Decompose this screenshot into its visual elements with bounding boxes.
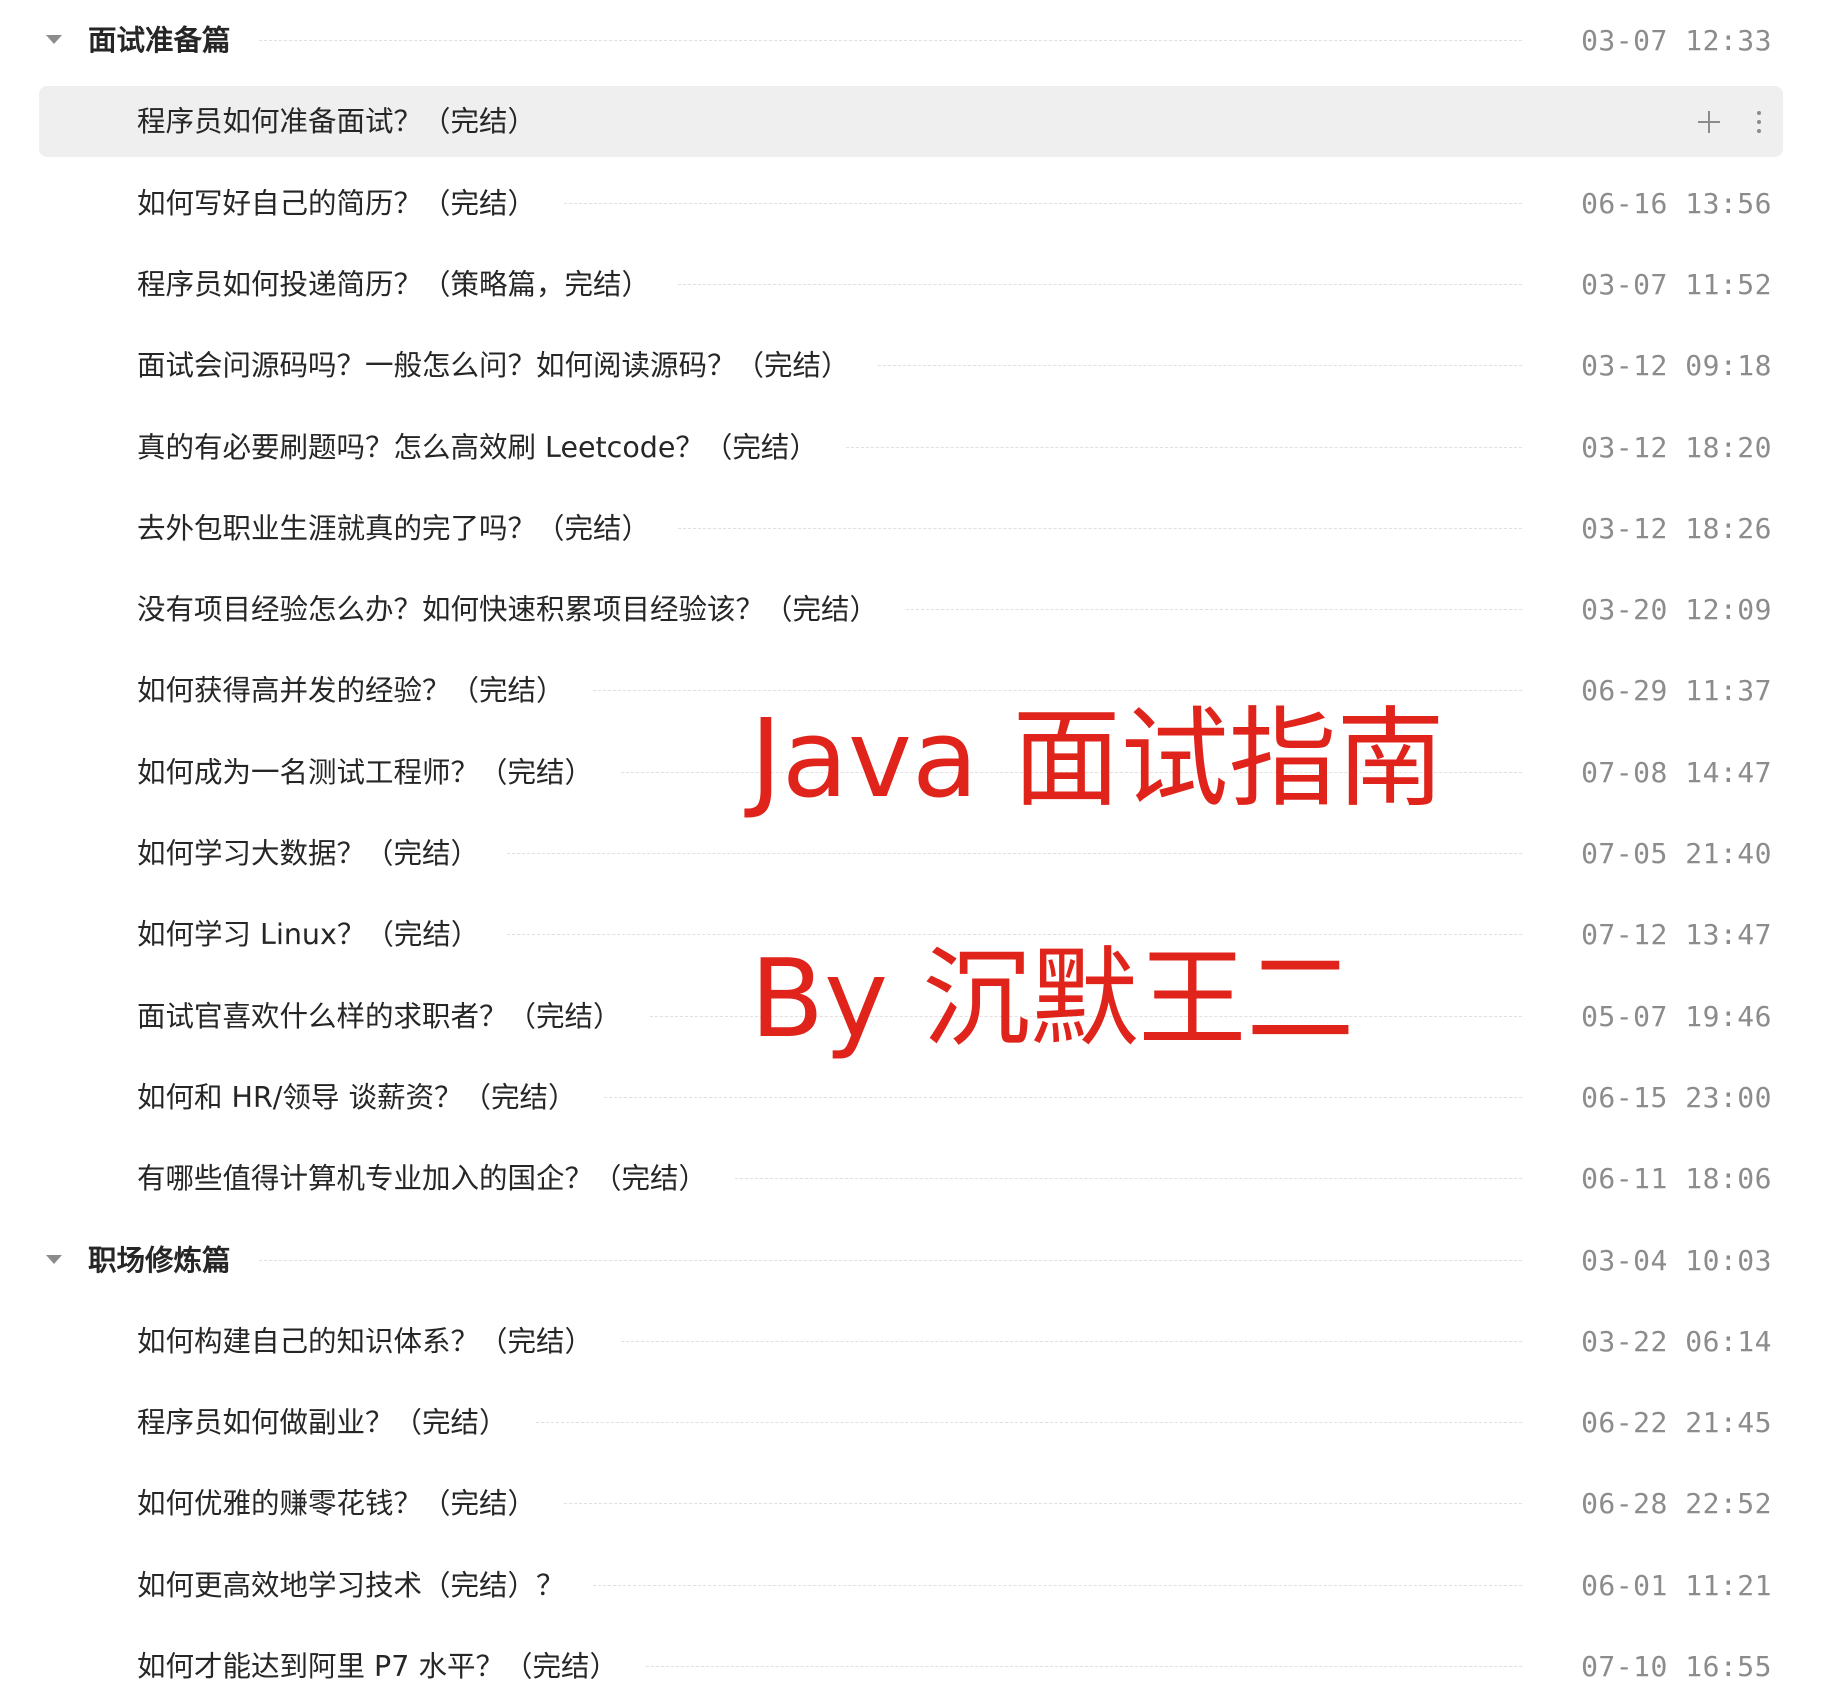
updated-time: 03-07 12:33 xyxy=(1581,24,1772,57)
doc-row[interactable]: 去外包职业生涯就真的完了吗？（完结） 03-12 18:26 xyxy=(0,488,1822,569)
doc-title[interactable]: 如何才能达到阿里 P7 水平？（完结） xyxy=(137,1626,646,1707)
doc-title[interactable]: 面试官喜欢什么样的求职者？（完结） xyxy=(137,976,650,1057)
doc-title[interactable]: 去外包职业生涯就真的完了吗？（完结） xyxy=(137,488,678,569)
updated-time: 06-11 18:06 xyxy=(1581,1162,1772,1196)
doc-row[interactable]: 如何和 HR/领导 谈薪资？（完结） 06-15 23:00 xyxy=(0,1057,1822,1138)
doc-title[interactable]: 如何和 HR/领导 谈薪资？（完结） xyxy=(137,1057,604,1138)
doc-title[interactable]: 有哪些值得计算机专业加入的国企？（完结） xyxy=(137,1138,735,1219)
updated-time: 06-22 21:45 xyxy=(1581,1406,1772,1440)
section-title[interactable]: 面试准备篇 xyxy=(88,0,259,81)
dotted-leader xyxy=(593,1584,1522,1586)
updated-time: 06-29 11:37 xyxy=(1581,674,1772,708)
updated-time: 07-12 13:47 xyxy=(1581,918,1772,952)
doc-title[interactable]: 如何构建自己的知识体系？（完结） xyxy=(137,1301,621,1382)
doc-row[interactable]: 如何构建自己的知识体系？（完结） 03-22 06:14 xyxy=(0,1301,1822,1382)
doc-row[interactable]: 程序员如何准备面试？（完结） xyxy=(0,81,1822,162)
updated-time: 06-28 22:52 xyxy=(1581,1487,1772,1521)
watermark-title: Java 面试指南 xyxy=(750,697,1445,822)
doc-row[interactable]: 如何才能达到阿里 P7 水平？（完结） 07-10 16:55 xyxy=(0,1626,1822,1707)
doc-title[interactable]: 如何优雅的赚零花钱？（完结） xyxy=(137,1463,564,1544)
dotted-leader xyxy=(678,283,1522,285)
doc-title[interactable]: 如何学习 Linux？（完结） xyxy=(137,894,507,975)
dotted-leader xyxy=(906,609,1522,611)
updated-time: 07-10 16:55 xyxy=(1581,1650,1772,1683)
section-row[interactable]: 面试准备篇 03-07 12:33 xyxy=(0,0,1822,81)
updated-time: 07-08 14:47 xyxy=(1581,755,1772,789)
dotted-leader xyxy=(564,1503,1522,1505)
doc-row[interactable]: 如何更高效地学习技术（完结）？ 06-01 11:21 xyxy=(0,1545,1822,1626)
dotted-leader xyxy=(564,202,1522,204)
doc-row[interactable]: 如何写好自己的简历？（完结） 06-16 13:56 xyxy=(0,163,1822,244)
doc-row[interactable]: 没有项目经验怎么办？如何快速积累项目经验该？（完结） 03-20 12:09 xyxy=(0,569,1822,650)
section-title[interactable]: 职场修炼篇 xyxy=(88,1220,259,1301)
doc-title[interactable]: 如何获得高并发的经验？（完结） xyxy=(137,650,593,731)
dotted-leader xyxy=(735,1178,1522,1180)
doc-title[interactable]: 如何写好自己的简历？（完结） xyxy=(137,163,564,244)
doc-title[interactable]: 真的有必要刷题吗？怎么高效刷 Leetcode？（完结） xyxy=(137,407,846,488)
doc-title[interactable]: 没有项目经验怎么办？如何快速积累项目经验该？（完结） xyxy=(137,569,906,650)
updated-time: 03-12 09:18 xyxy=(1581,349,1772,383)
dotted-leader xyxy=(678,527,1522,529)
updated-time: 03-20 12:09 xyxy=(1581,593,1772,627)
dotted-leader xyxy=(507,853,1522,854)
dotted-leader xyxy=(646,1666,1522,1667)
doc-title[interactable]: 面试会问源码吗？一般怎么问？如何阅读源码？（完结） xyxy=(137,325,878,406)
dotted-leader xyxy=(604,1096,1522,1098)
doc-row[interactable]: 如何优雅的赚零花钱？（完结） 06-28 22:52 xyxy=(0,1463,1822,1544)
doc-row[interactable]: 如何学习大数据？（完结） 07-05 21:40 xyxy=(0,813,1822,894)
dotted-leader xyxy=(507,934,1522,936)
dotted-leader xyxy=(593,690,1522,692)
doc-title[interactable]: 如何更高效地学习技术（完结）？ xyxy=(137,1545,593,1626)
dotted-leader xyxy=(536,1422,1522,1424)
doc-title[interactable]: 程序员如何投递简历？（策略篇，完结） xyxy=(137,244,678,325)
dotted-leader xyxy=(259,40,1522,41)
watermark-author: By 沉默王二 xyxy=(750,937,1355,1062)
updated-time: 06-15 23:00 xyxy=(1581,1080,1772,1114)
dotted-leader xyxy=(878,365,1522,367)
doc-title[interactable]: 如何成为一名测试工程师？（完结） xyxy=(137,732,621,813)
plus-icon[interactable] xyxy=(1698,110,1720,133)
more-vertical-icon[interactable] xyxy=(1756,110,1762,133)
doc-row[interactable]: 程序员如何做副业？（完结） 06-22 21:45 xyxy=(0,1382,1822,1463)
updated-time: 03-07 11:52 xyxy=(1581,267,1772,301)
row-actions xyxy=(1698,81,1762,162)
updated-time: 07-05 21:40 xyxy=(1581,837,1772,870)
section-row[interactable]: 职场修炼篇 03-04 10:03 xyxy=(0,1220,1822,1301)
doc-title[interactable]: 程序员如何准备面试？（完结） xyxy=(137,81,564,162)
doc-row[interactable]: 程序员如何投递简历？（策略篇，完结） 03-07 11:52 xyxy=(0,244,1822,325)
updated-time: 03-12 18:20 xyxy=(1581,430,1772,464)
updated-time: 06-01 11:21 xyxy=(1581,1568,1772,1602)
doc-row[interactable]: 面试会问源码吗？一般怎么问？如何阅读源码？（完结） 03-12 09:18 xyxy=(0,325,1822,406)
doc-row[interactable]: 真的有必要刷题吗？怎么高效刷 Leetcode？（完结） 03-12 18:20 xyxy=(0,407,1822,488)
caret-down-icon[interactable] xyxy=(46,35,62,44)
doc-title[interactable]: 程序员如何做副业？（完结） xyxy=(137,1382,536,1463)
updated-time: 06-16 13:56 xyxy=(1581,186,1772,220)
doc-title[interactable]: 如何学习大数据？（完结） xyxy=(137,813,507,894)
dotted-leader xyxy=(259,1259,1522,1261)
caret-down-icon[interactable] xyxy=(46,1254,62,1264)
dotted-leader xyxy=(846,446,1522,448)
updated-time: 03-22 06:14 xyxy=(1581,1324,1772,1358)
updated-time: 05-07 19:46 xyxy=(1581,999,1772,1033)
updated-time: 03-04 10:03 xyxy=(1581,1243,1772,1277)
doc-row[interactable]: 有哪些值得计算机专业加入的国企？（完结） 06-11 18:06 xyxy=(0,1138,1822,1219)
dotted-leader xyxy=(621,1340,1522,1342)
updated-time: 03-12 18:26 xyxy=(1581,511,1772,545)
